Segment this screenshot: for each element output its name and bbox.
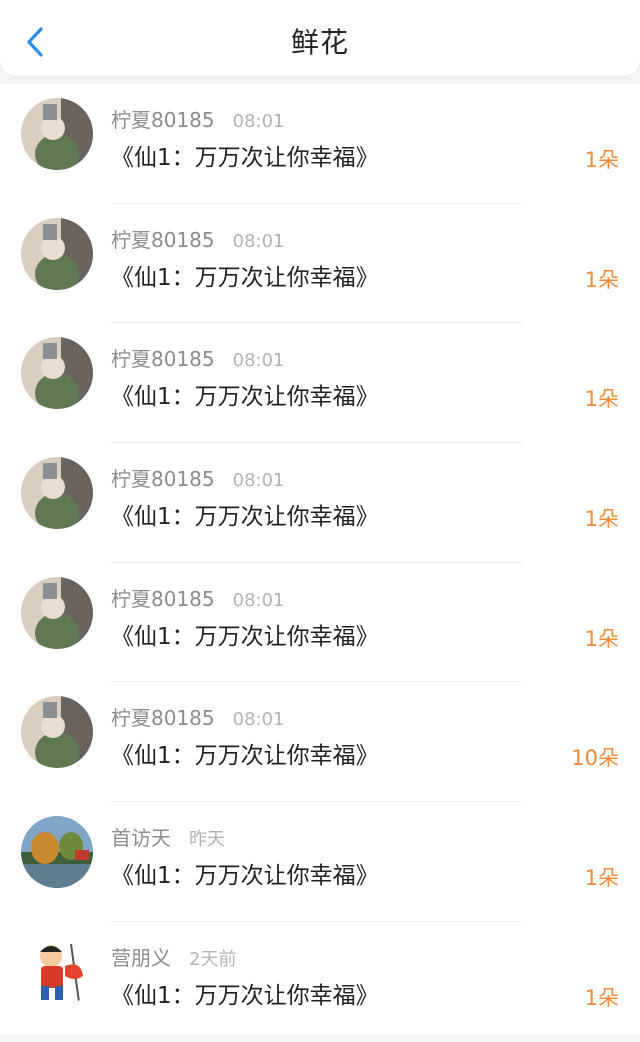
timestamp: 08:01: [232, 589, 285, 611]
top-bar: 鲜花: [0, 0, 640, 76]
user-name[interactable]: 柠夏80185: [111, 343, 215, 372]
avatar[interactable]: [21, 457, 93, 530]
book-title[interactable]: 《仙1：万万次让你幸福》: [111, 617, 379, 651]
avatar[interactable]: [21, 816, 93, 889]
book-title[interactable]: 《仙1：万万次让你幸福》: [111, 258, 379, 292]
user-name[interactable]: 营朋义: [111, 942, 171, 971]
list-item[interactable]: 柠夏80185 08:01 《仙1：万万次让你幸福》 1朵: [0, 443, 640, 563]
flower-count: 10朵: [571, 746, 619, 771]
user-name[interactable]: 柠夏80185: [111, 583, 215, 612]
avatar[interactable]: [21, 576, 93, 649]
list-item[interactable]: 柠夏80185 08:01 《仙1：万万次让你幸福》 1朵: [0, 204, 640, 324]
avatar[interactable]: [21, 98, 93, 170]
timestamp: 08:01: [232, 709, 285, 731]
avatar[interactable]: [21, 696, 93, 769]
list-item[interactable]: 营朋义 2天前 《仙1：万万次让你幸福》 1朵: [0, 922, 640, 1042]
user-name[interactable]: 柠夏80185: [111, 104, 215, 133]
list-item[interactable]: 柠夏80185 08:01 《仙1：万万次让你幸福》 10朵: [0, 682, 640, 803]
list-item[interactable]: 首访天 昨天 《仙1：万万次让你幸福》 1朵: [0, 802, 640, 922]
timestamp: 08:01: [232, 350, 285, 372]
timestamp: 昨天: [189, 829, 225, 851]
list-item[interactable]: 柠夏80185 08:01 《仙1：万万次让你幸福》 1朵: [0, 84, 640, 204]
flower-count: 1朵: [584, 985, 619, 1010]
list-item[interactable]: 柠夏80185 08:01 《仙1：万万次让你幸福》 1朵: [0, 323, 640, 444]
book-title[interactable]: 《仙1：万万次让你幸福》: [111, 736, 379, 770]
flower-count: 1朵: [584, 507, 619, 532]
flower-count: 1朵: [584, 626, 619, 651]
list-item[interactable]: 柠夏80185 08:01 《仙1：万万次让你幸福》 1朵: [0, 563, 640, 683]
book-title[interactable]: 《仙1：万万次让你幸福》: [111, 856, 379, 890]
user-name[interactable]: 柠夏80185: [111, 702, 215, 731]
timestamp: 08:01: [232, 470, 285, 492]
flower-count: 1朵: [584, 387, 619, 412]
flower-count: 1朵: [584, 148, 619, 172]
page-title: 鲜花: [290, 26, 349, 59]
timestamp: 2天前: [189, 948, 237, 970]
book-title[interactable]: 《仙1：万万次让你幸福》: [111, 497, 379, 531]
flower-count: 1朵: [584, 866, 619, 891]
avatar[interactable]: [21, 935, 93, 1008]
user-name[interactable]: 首访天: [111, 822, 171, 851]
book-title[interactable]: 《仙1：万万次让你幸福》: [111, 377, 379, 411]
timestamp: 08:01: [232, 230, 285, 252]
user-name[interactable]: 柠夏80185: [111, 463, 215, 492]
timestamp: 08:01: [232, 111, 285, 132]
flower-list: 柠夏80185 08:01 《仙1：万万次让你幸福》 1朵 柠夏80185 08:0…: [0, 84, 640, 1034]
book-title[interactable]: 《仙1：万万次让你幸福》: [111, 138, 379, 172]
user-name[interactable]: 柠夏80185: [111, 224, 215, 253]
avatar[interactable]: [21, 217, 93, 290]
flower-count: 1朵: [584, 267, 619, 292]
book-title[interactable]: 《仙1：万万次让你幸福》: [111, 976, 379, 1010]
avatar[interactable]: [21, 337, 93, 410]
